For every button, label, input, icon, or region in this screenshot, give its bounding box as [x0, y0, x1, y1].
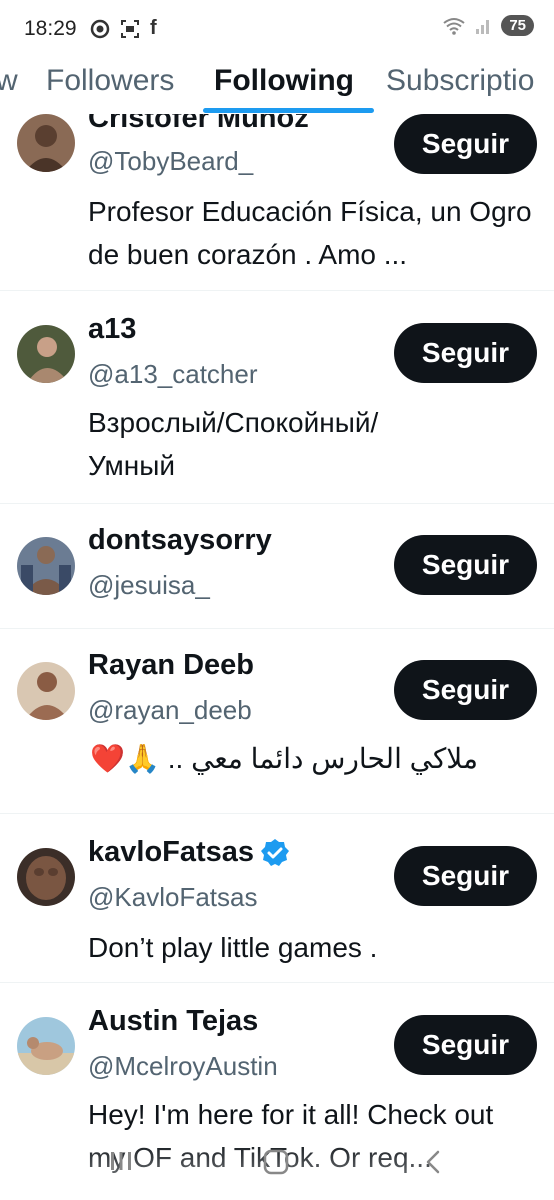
user-name-text: Rayan Deeb [88, 649, 255, 681]
avatar[interactable] [17, 848, 75, 906]
status-right-icons: 75 [443, 15, 534, 36]
user-name-text: dontsaysorry [88, 524, 272, 556]
list-item[interactable]: a13 @a13_catcher Seguir Взрослый/Спокойн… [0, 291, 554, 504]
user-bio: ملاكي الحارس دائما معي .. 🙏❤️ [90, 743, 478, 774]
recent-apps-icon[interactable] [108, 1148, 134, 1174]
avatar[interactable] [17, 114, 75, 172]
follow-button[interactable]: Seguir [394, 660, 537, 720]
back-icon[interactable] [420, 1148, 446, 1176]
home-icon[interactable] [262, 1148, 290, 1176]
user-bio: Взрослый/Спокойный/ Умный [88, 407, 379, 481]
user-handle: @jesuisa_ [88, 570, 210, 600]
active-tab-indicator [203, 108, 374, 113]
avatar[interactable] [17, 537, 75, 595]
user-name[interactable]: a13 [88, 313, 136, 346]
follow-button[interactable]: Seguir [394, 323, 537, 383]
status-bar: 18:29 f 75 [0, 0, 554, 58]
user-handle: @TobyBeard_ [88, 146, 254, 176]
avatar[interactable] [17, 1017, 75, 1075]
follow-button[interactable]: Seguir [394, 535, 537, 595]
status-time: 18:29 [24, 17, 77, 40]
list-item[interactable]: dontsaysorry @jesuisa_ Seguir [0, 504, 554, 629]
avatar[interactable] [17, 662, 75, 720]
tab-subscriptions[interactable]: Subscriptio [386, 64, 534, 98]
battery-indicator: 75 [501, 15, 534, 36]
list-item[interactable]: kavloFatsas @KavloFatsas Seguir Don’t pl… [0, 814, 554, 983]
avatar[interactable] [17, 325, 75, 383]
user-name-text: a13 [88, 313, 137, 345]
status-left-icons: f [90, 17, 157, 40]
user-name[interactable]: Rayan Deeb [88, 649, 254, 682]
location-icon [90, 19, 110, 38]
signal-icon [476, 19, 490, 34]
tab-partial-left[interactable]: w [0, 64, 18, 98]
user-name[interactable]: dontsaysorry [88, 524, 272, 557]
user-handle: @McelroyAustin [88, 1051, 278, 1081]
system-nav-bar [0, 1130, 554, 1200]
user-name-text: kavloFatsas [88, 836, 255, 868]
user-bio: Profesor Educación Física, un Ogro de bu… [88, 196, 532, 270]
follow-button[interactable]: Seguir [394, 114, 537, 174]
user-handle: @a13_catcher [88, 359, 258, 389]
screen-record-icon [121, 19, 139, 38]
user-name[interactable]: Cristofer Muñoz [88, 114, 309, 135]
user-name[interactable]: Austin Tejas [88, 1005, 258, 1038]
verified-badge-icon [261, 838, 290, 866]
user-name-text: Austin Tejas [88, 1005, 259, 1037]
tab-followers[interactable]: Followers [46, 64, 174, 98]
follow-button[interactable]: Seguir [394, 846, 537, 906]
user-name[interactable]: kavloFatsas [88, 836, 290, 869]
user-handle: @rayan_deeb [88, 695, 252, 725]
facebook-icon: f [150, 17, 157, 39]
user-bio: Don’t play little games . [88, 932, 378, 963]
list-item[interactable]: Cristofer Muñoz @TobyBeard_ Seguir Profe… [0, 114, 554, 291]
list-item[interactable]: Rayan Deeb @rayan_deeb Seguir ملاكي الحا… [0, 629, 554, 814]
user-handle: @KavloFatsas [88, 882, 258, 912]
wifi-icon [443, 17, 465, 35]
tab-following[interactable]: Following [214, 64, 354, 98]
following-list: Cristofer Muñoz @TobyBeard_ Seguir Profe… [0, 114, 554, 1200]
user-name-text: Cristofer Muñoz [88, 114, 309, 134]
follow-button[interactable]: Seguir [394, 1015, 537, 1075]
